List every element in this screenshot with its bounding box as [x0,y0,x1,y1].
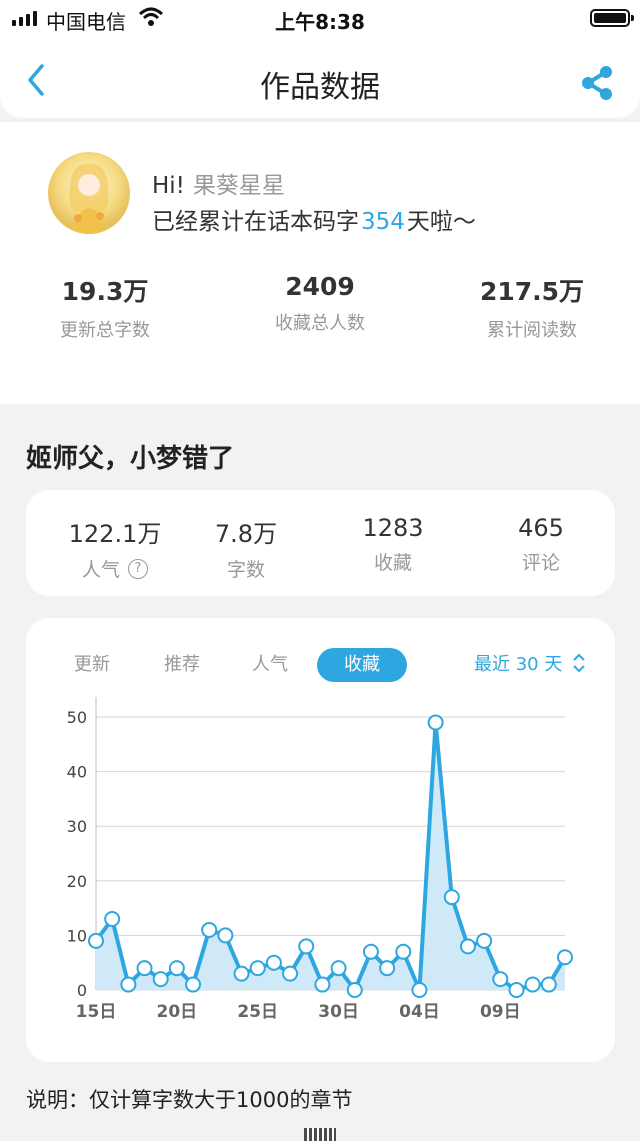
data-point [185,976,202,993]
data-point [217,927,234,944]
stat-label: 收藏总人数 [275,313,365,334]
data-point [540,976,557,993]
x-tick-label: 25日 [237,1002,278,1022]
stat-label: 更新总字数 [60,320,150,341]
work-stat-words: 7.8万 字数 [171,514,321,582]
data-point [201,921,218,938]
favorites-chart: 0 10 20 30 40 50 15日 20日 25日 30日 04日 09日 [67,697,573,1022]
work-stat-popularity: 122.1万 人气? [40,514,190,582]
battery-icon [590,9,634,27]
share-icon[interactable] [578,64,616,102]
y-tick-label: 20 [67,872,87,891]
stat-label: 字数 [226,559,265,581]
y-tick-label: 30 [67,817,87,836]
data-point [362,943,379,960]
x-tick-label: 09日 [480,1002,521,1022]
work-stat-favorites: 1283 收藏 [318,514,468,575]
series-area [96,722,565,990]
x-tick-label: 04日 [399,1002,440,1022]
work-title: 姬师父，小梦错了 [26,444,235,474]
x-tick-label: 30日 [318,1002,359,1022]
stat-value: 7.8万 [214,520,278,548]
y-tick-label: 40 [67,763,87,782]
stat-value: 2409 [285,272,355,301]
stat-total-words: 19.3万 更新总字数 [5,272,205,342]
data-point [233,965,250,982]
data-point [443,889,460,906]
data-point [411,982,428,998]
stat-value: 122.1万 [68,520,162,548]
accum-suffix: 天啦～ [406,209,476,235]
data-point [249,960,266,977]
data-point [265,954,282,971]
stat-value: 217.5万 [479,277,585,306]
stat-value: 1283 [362,514,424,542]
data-point [88,932,104,949]
data-point [298,938,315,955]
y-tick-label: 10 [67,926,87,945]
series-line [94,720,567,992]
data-point [168,960,185,977]
status-bar: 中国电信 上午8:38 [0,0,640,36]
data-point [492,971,509,988]
stat-value: 19.3万 [61,277,149,306]
nav-bar: 作品数据 [0,36,640,118]
avatar-illustration [69,163,109,234]
data-point [120,976,137,993]
footnote: 说明：仅计算字数大于1000的章节 [26,1088,353,1112]
work-stat-comments: 465 评论 [466,514,616,575]
data-point [104,911,121,928]
stat-total-favorites: 2409 收藏总人数 [220,272,420,335]
stat-label: 评论 [521,552,560,574]
stat-label: 人气 [81,559,120,581]
data-point [346,982,363,998]
y-tick-label: 50 [67,708,87,727]
x-tick-label: 15日 [76,1002,117,1022]
y-tick-label: 0 [77,981,87,1000]
greeting-line: Hi! 果葵星星 [152,166,285,200]
data-point [152,971,169,988]
data-point [395,943,412,960]
status-time: 上午8:38 [275,10,365,34]
greeting-text: Hi! [152,173,185,199]
stat-total-reads: 217.5万 累计阅读数 [432,272,632,342]
work-stats-card: 122.1万 人气? 7.8万 字数 1283 收藏 465 评论 [26,490,615,596]
data-point [314,976,331,993]
data-point [459,938,476,955]
accum-days: 354 [361,209,405,235]
data-point [136,960,153,977]
stat-label: 收藏 [373,552,412,574]
accum-prefix: 已经累计在话本码字 [152,209,359,235]
data-point [379,960,396,977]
data-point [282,965,299,982]
stat-label: 累计阅读数 [487,320,577,341]
data-point [330,960,347,977]
data-point [557,949,573,966]
page-title: 作品数据 [260,70,380,105]
question-circle-icon[interactable]: ? [128,558,148,579]
x-tick-label: 20日 [157,1002,198,1022]
data-point [427,714,444,731]
accumulated-days-line: 已经累计在话本码字354天啦～ [152,202,476,236]
chart-card: 更新 推荐 人气 收藏 最近 30 天 0 10 20 30 40 50 15日 20日 25日… [26,618,615,1062]
data-point [524,976,541,993]
qr-code-icon [304,1128,336,1141]
data-point [508,982,525,998]
avatar[interactable] [48,152,130,234]
stat-value: 465 [518,514,564,542]
profile-section: Hi! 果葵星星 已经累计在话本码字354天啦～ 19.3万 更新总字数 2409… [0,122,640,404]
username: 果葵星星 [192,173,285,199]
data-point [476,932,493,949]
